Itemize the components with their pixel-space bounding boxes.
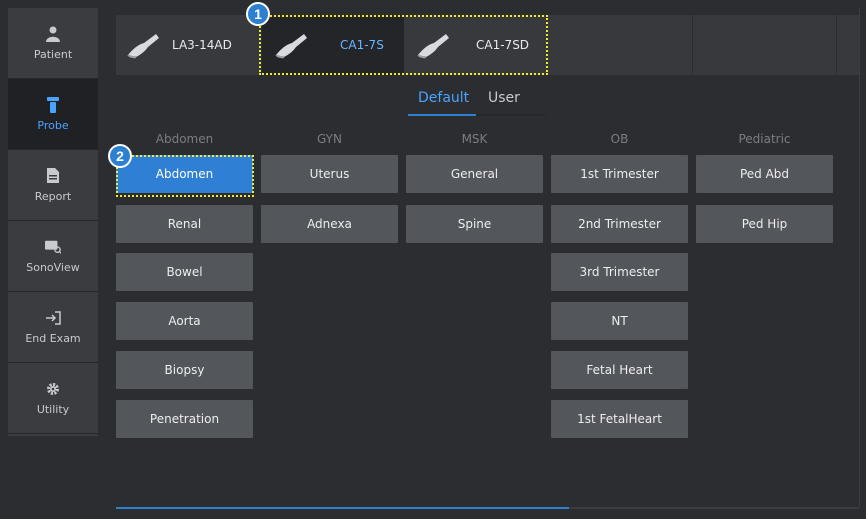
preset-button[interactable]: Aorta bbox=[116, 302, 253, 340]
preset-button[interactable]: 1st Trimester bbox=[551, 155, 688, 193]
probe-divider bbox=[836, 15, 837, 75]
column-header-abdomen: Abdomen bbox=[155, 132, 214, 146]
preset-button[interactable]: Biopsy bbox=[116, 351, 253, 389]
preset-button[interactable]: Penetration bbox=[116, 400, 253, 438]
right-divider bbox=[859, 8, 860, 508]
preset-button[interactable]: NT bbox=[551, 302, 688, 340]
probe-label: LA3-14AD bbox=[172, 38, 232, 52]
preset-button[interactable]: 1st FetalHeart bbox=[551, 400, 688, 438]
sidebar-item-probe[interactable]: Probe bbox=[8, 79, 98, 150]
gear-icon bbox=[45, 381, 61, 397]
sidebar-item-label: Report bbox=[34, 189, 72, 203]
preset-button[interactable]: General bbox=[406, 155, 543, 193]
probe-ca1-7s[interactable]: CA1-7S bbox=[262, 15, 404, 75]
column-header-gyn: GYN bbox=[316, 132, 342, 146]
preset-button[interactable]: Abdomen bbox=[116, 155, 253, 193]
sonoview-icon bbox=[45, 239, 61, 255]
preset-button[interactable]: Bowel bbox=[116, 253, 253, 291]
callout-badge-2: 2 bbox=[108, 144, 132, 168]
sidebar-item-sonoview[interactable]: SonoView bbox=[8, 221, 98, 292]
sidebar-item-label: Patient bbox=[33, 47, 73, 61]
probe-image-icon bbox=[275, 34, 307, 59]
preset-button[interactable]: Uterus bbox=[261, 155, 398, 193]
sidebar-item-end-exam[interactable]: End Exam bbox=[8, 292, 98, 363]
probe-ca1-7sd[interactable]: CA1-7SD bbox=[416, 15, 546, 75]
preset-button[interactable]: Adnexa bbox=[261, 205, 398, 243]
sidebar: Patient Probe Report SonoView End Exam U… bbox=[8, 8, 98, 436]
tab-user[interactable]: User bbox=[488, 90, 520, 106]
probe-label: CA1-7S bbox=[340, 38, 384, 52]
tab-default[interactable]: Default bbox=[418, 90, 469, 106]
person-icon bbox=[45, 26, 61, 42]
preset-button[interactable]: 3rd Trimester bbox=[551, 253, 688, 291]
preset-button[interactable]: Ped Abd bbox=[696, 155, 833, 193]
tab-active-indicator bbox=[408, 114, 476, 116]
scroll-thumb[interactable] bbox=[116, 507, 570, 509]
exit-icon bbox=[45, 310, 61, 326]
probe-la3-14ad[interactable]: LA3-14AD bbox=[126, 15, 261, 75]
preset-button[interactable]: 2nd Trimester bbox=[551, 205, 688, 243]
column-header-pediatric: Pediatric bbox=[738, 132, 791, 146]
probe-divider bbox=[692, 15, 693, 75]
tab-inactive-indicator bbox=[476, 114, 546, 116]
column-header-msk: MSK bbox=[461, 132, 488, 146]
preset-button[interactable]: Ped Hip bbox=[696, 205, 833, 243]
sidebar-item-label: Probe bbox=[37, 118, 69, 132]
probe-image-icon bbox=[417, 34, 449, 59]
sidebar-item-label: End Exam bbox=[25, 331, 81, 345]
sidebar-item-label: Utility bbox=[36, 402, 70, 416]
document-icon bbox=[45, 168, 61, 184]
preset-button[interactable]: Renal bbox=[116, 205, 253, 243]
probe-label: CA1-7SD bbox=[476, 38, 530, 52]
column-header-ob: OB bbox=[610, 132, 629, 146]
sidebar-item-utility[interactable]: Utility bbox=[8, 363, 98, 434]
sidebar-item-label: SonoView bbox=[26, 260, 80, 274]
preset-button[interactable]: Spine bbox=[406, 205, 543, 243]
sidebar-item-report[interactable]: Report bbox=[8, 150, 98, 221]
probe-divider bbox=[547, 15, 548, 75]
sidebar-item-patient[interactable]: Patient bbox=[8, 8, 98, 79]
probe-icon bbox=[45, 96, 61, 113]
probe-bar: LA3-14AD CA1-7S CA1-7SD bbox=[116, 15, 859, 75]
probe-image-icon bbox=[127, 34, 159, 59]
preset-button[interactable]: Fetal Heart bbox=[551, 351, 688, 389]
callout-badge-1: 1 bbox=[246, 2, 270, 26]
